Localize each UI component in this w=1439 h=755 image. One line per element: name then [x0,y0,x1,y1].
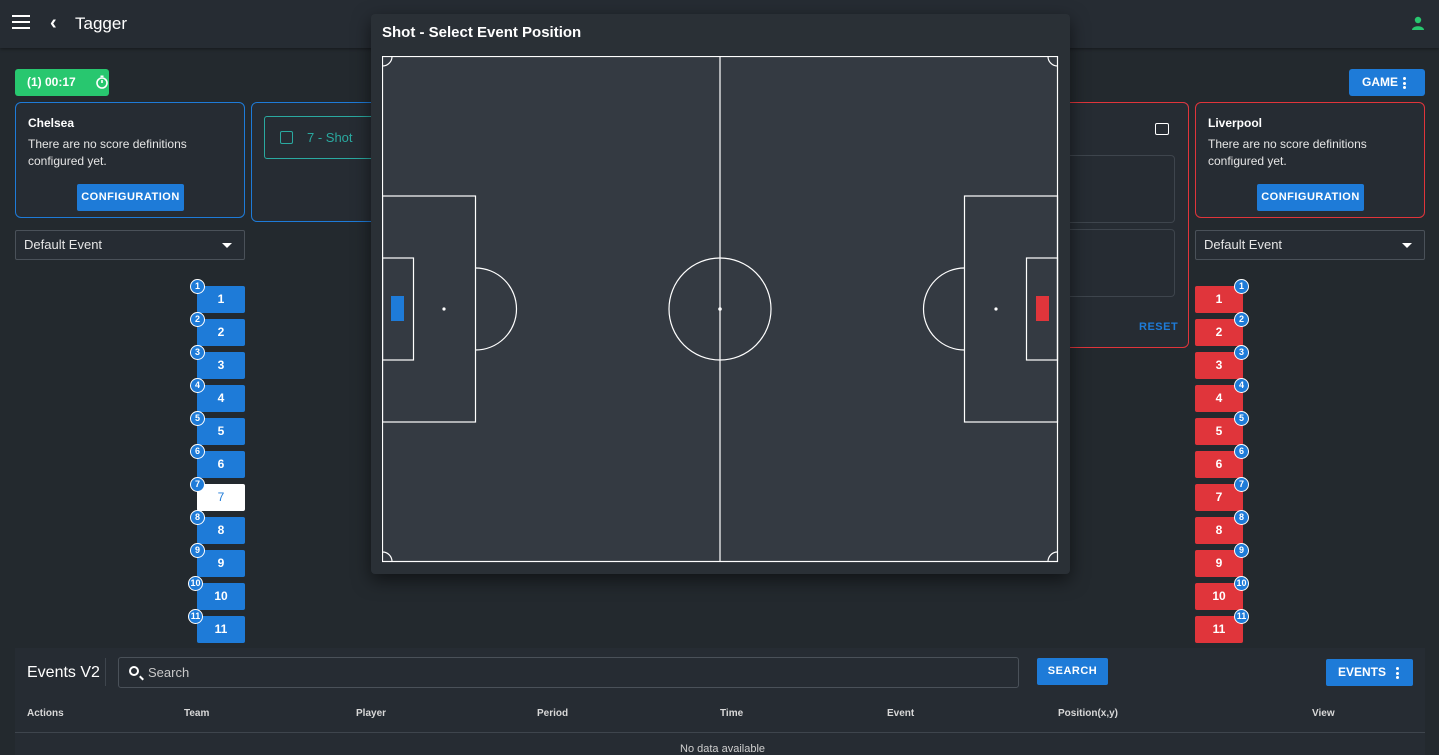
center-spot [718,307,722,311]
player-number-badge: 5 [190,411,205,426]
player-number-badge: 6 [1234,444,1249,459]
player-button[interactable]: 1 [197,286,245,313]
player-button[interactable]: 8 [197,517,245,544]
right-penalty-spot [994,307,998,311]
stopwatch-icon [96,75,108,89]
player-number-badge: 2 [190,312,205,327]
football-pitch[interactable] [382,56,1059,563]
calendar-check-icon [280,131,293,144]
player-number-badge: 7 [190,477,205,492]
player-button[interactable]: 7 [197,484,245,511]
events-menu-button[interactable]: EVENTS [1326,659,1413,686]
player-button[interactable]: 3 [197,352,245,379]
player-number-badge: 10 [188,576,203,591]
events-panel: Events V2 Search SEARCH EVENTS Actions T… [15,648,1425,755]
home-goal-marker [391,296,404,321]
home-team-card: Chelsea There are no score definitions c… [15,102,245,218]
home-team-name: Chelsea [28,116,75,130]
home-event-dropdown[interactable]: Default Event [15,230,245,260]
away-team-card: Liverpool There are no score definitions… [1195,102,1425,218]
event-detail-box[interactable] [1060,229,1175,297]
player-number-badge: 9 [190,543,205,558]
events-button-label: EVENTS [1338,665,1387,679]
player-number-badge: 6 [190,444,205,459]
timer-label: (1) 00:17 [27,75,76,89]
away-team-name: Liverpool [1208,116,1263,130]
home-score-message: There are no score definitions configure… [28,137,187,168]
player-number-badge: 1 [1234,279,1249,294]
player-button[interactable]: 6 [197,451,245,478]
player-number-badge: 10 [1234,576,1249,591]
search-icon [129,666,139,676]
column-header[interactable]: View [1312,708,1335,719]
away-configuration-button[interactable]: CONFIGURATION [1257,184,1364,211]
player-button[interactable]: 5 [197,418,245,445]
app-title: Tagger [75,14,127,33]
player-number-badge: 8 [1234,510,1249,525]
column-header[interactable]: Team [184,708,209,719]
column-header[interactable]: Actions [27,708,64,719]
event-field-value: 7 - Shot [307,130,353,145]
column-header[interactable]: Player [356,708,386,719]
period-timer[interactable]: (1) 00:17 [15,69,109,96]
away-dropdown-value: Default Event [1204,237,1283,252]
player-number-badge: 2 [1234,312,1249,327]
left-penalty-spot [442,307,446,311]
player-number-badge: 11 [188,609,203,624]
player-button[interactable]: 2 [197,319,245,346]
dialog-title: Shot - Select Event Position [382,24,582,41]
home-dropdown-value: Default Event [24,237,103,252]
away-goal-marker [1036,296,1049,321]
back-chevron-icon[interactable]: ‹ [50,12,57,35]
search-input[interactable]: Search [118,657,1019,688]
player-number-badge: 4 [1234,378,1249,393]
player-number-badge: 9 [1234,543,1249,558]
column-header[interactable]: Position(x,y) [1058,708,1118,719]
search-placeholder: Search [148,665,190,680]
reset-button[interactable]: RESET [1139,321,1178,333]
user-account-icon[interactable] [1411,16,1425,30]
player-button[interactable]: 9 [197,550,245,577]
menu-icon[interactable] [12,15,30,31]
home-configuration-button[interactable]: CONFIGURATION [77,184,184,211]
player-button[interactable]: 4 [197,385,245,412]
player-number-badge: 1 [190,279,205,294]
player-button[interactable]: 11 [197,616,245,643]
events-title: Events V2 [27,664,100,681]
comment-icon[interactable] [1155,123,1169,135]
player-number-badge: 5 [1234,411,1249,426]
divider [105,658,106,686]
event-details-area: RESET [1060,102,1189,348]
dropdown-caret-icon [1402,243,1412,248]
column-header[interactable]: Event [887,708,914,719]
player-number-badge: 3 [190,345,205,360]
game-button-label: GAME [1362,75,1398,89]
search-button[interactable]: SEARCH [1037,658,1108,685]
player-number-badge: 8 [190,510,205,525]
away-score-message: There are no score definitions configure… [1208,137,1367,168]
player-button[interactable]: 10 [197,583,245,610]
player-number-badge: 7 [1234,477,1249,492]
no-data-message: No data available [680,743,766,755]
more-vert-icon [1403,77,1406,89]
player-number-badge: 3 [1234,345,1249,360]
player-number-badge: 4 [190,378,205,393]
game-menu-button[interactable]: GAME [1349,69,1425,96]
more-vert-icon [1396,667,1399,679]
table-divider [15,732,1425,733]
away-event-dropdown[interactable]: Default Event [1195,230,1425,260]
column-header[interactable]: Time [720,708,743,719]
column-header[interactable]: Period [537,708,568,719]
player-number-badge: 11 [1234,609,1249,624]
event-detail-box[interactable] [1060,155,1175,223]
dropdown-caret-icon [222,243,232,248]
